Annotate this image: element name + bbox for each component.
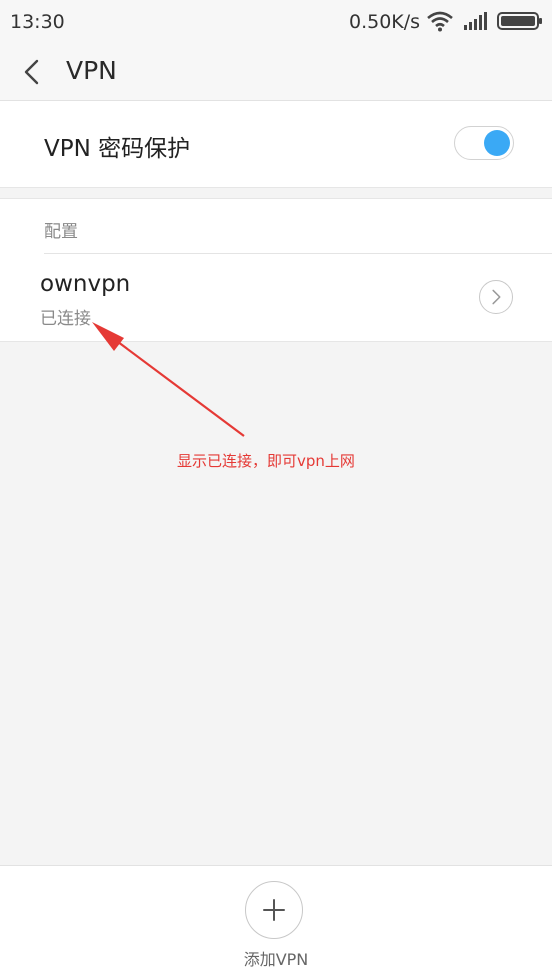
add-vpn-label: 添加VPN xyxy=(243,950,309,969)
chevron-right-icon[interactable] xyxy=(479,280,513,314)
status-time: 13:30 xyxy=(10,11,65,33)
switch-knob xyxy=(484,130,510,156)
header: VPN xyxy=(0,44,552,101)
add-vpn-button[interactable] xyxy=(245,881,303,939)
annotation-text: 显示已连接，即可vpn上网 xyxy=(177,452,355,470)
section-divider xyxy=(44,253,552,254)
vpn-password-protection-switch[interactable] xyxy=(454,126,514,160)
vpn-name: ownvpn xyxy=(40,271,131,297)
vpn-password-protection-label: VPN 密码保护 xyxy=(44,136,191,162)
section-header: 配置 xyxy=(44,222,78,242)
vpn-status: 已连接 xyxy=(40,309,91,329)
network-speed: 0.50K/s xyxy=(349,11,421,33)
config-section: 配置 ownvpn 已连接 xyxy=(0,198,552,342)
bottom-bar: 添加VPN xyxy=(0,865,552,976)
vpn-list-item[interactable]: ownvpn 已连接 xyxy=(0,255,552,341)
chevron-left-icon[interactable] xyxy=(18,57,48,87)
battery-icon xyxy=(497,12,542,30)
signal-icon xyxy=(464,12,487,30)
wifi-icon xyxy=(427,11,453,32)
status-bar: 13:30 0.50K/s xyxy=(0,0,552,44)
plus-icon xyxy=(263,899,285,921)
page-title: VPN xyxy=(66,56,117,85)
